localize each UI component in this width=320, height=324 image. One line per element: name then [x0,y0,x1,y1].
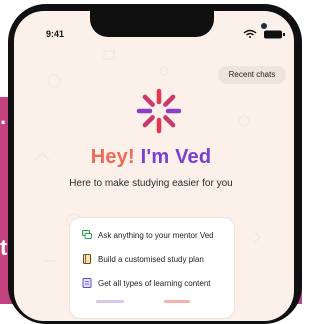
feature-label: Build a customised study plan [98,254,204,264]
features-card: Ask anything to your mentor Ved Build a … [70,218,234,318]
feature-more-indicator-2 [164,300,190,303]
status-time: 9:41 [46,29,65,39]
wifi-icon [243,29,257,38]
book-icon [83,254,91,264]
feature-item-ask: Ask anything to your mentor Ved [82,228,214,242]
feature-item-content: Get all types of learning content [82,276,211,290]
feature-label: Ask anything to your mentor Ved [98,230,214,240]
chat-icon [82,230,92,239]
feature-more-indicator [96,300,124,303]
page-title: Hey! I'm Ved [0,146,302,169]
battery-icon [264,30,282,39]
recent-chats-button[interactable]: Recent chats [218,66,286,84]
left-text-dot: . [0,104,7,129]
feature-label: Get all types of learning content [98,278,211,288]
page-subtitle: Here to make studying easier for you [69,178,233,189]
document-icon [82,278,92,288]
ved-logo-icon [136,88,182,134]
phone-notch [90,11,267,37]
title-greeting: Hey! [90,146,135,168]
status-icons [243,29,285,39]
title-name: I'm Ved [140,146,212,168]
feature-item-plan: Build a customised study plan [82,252,204,266]
